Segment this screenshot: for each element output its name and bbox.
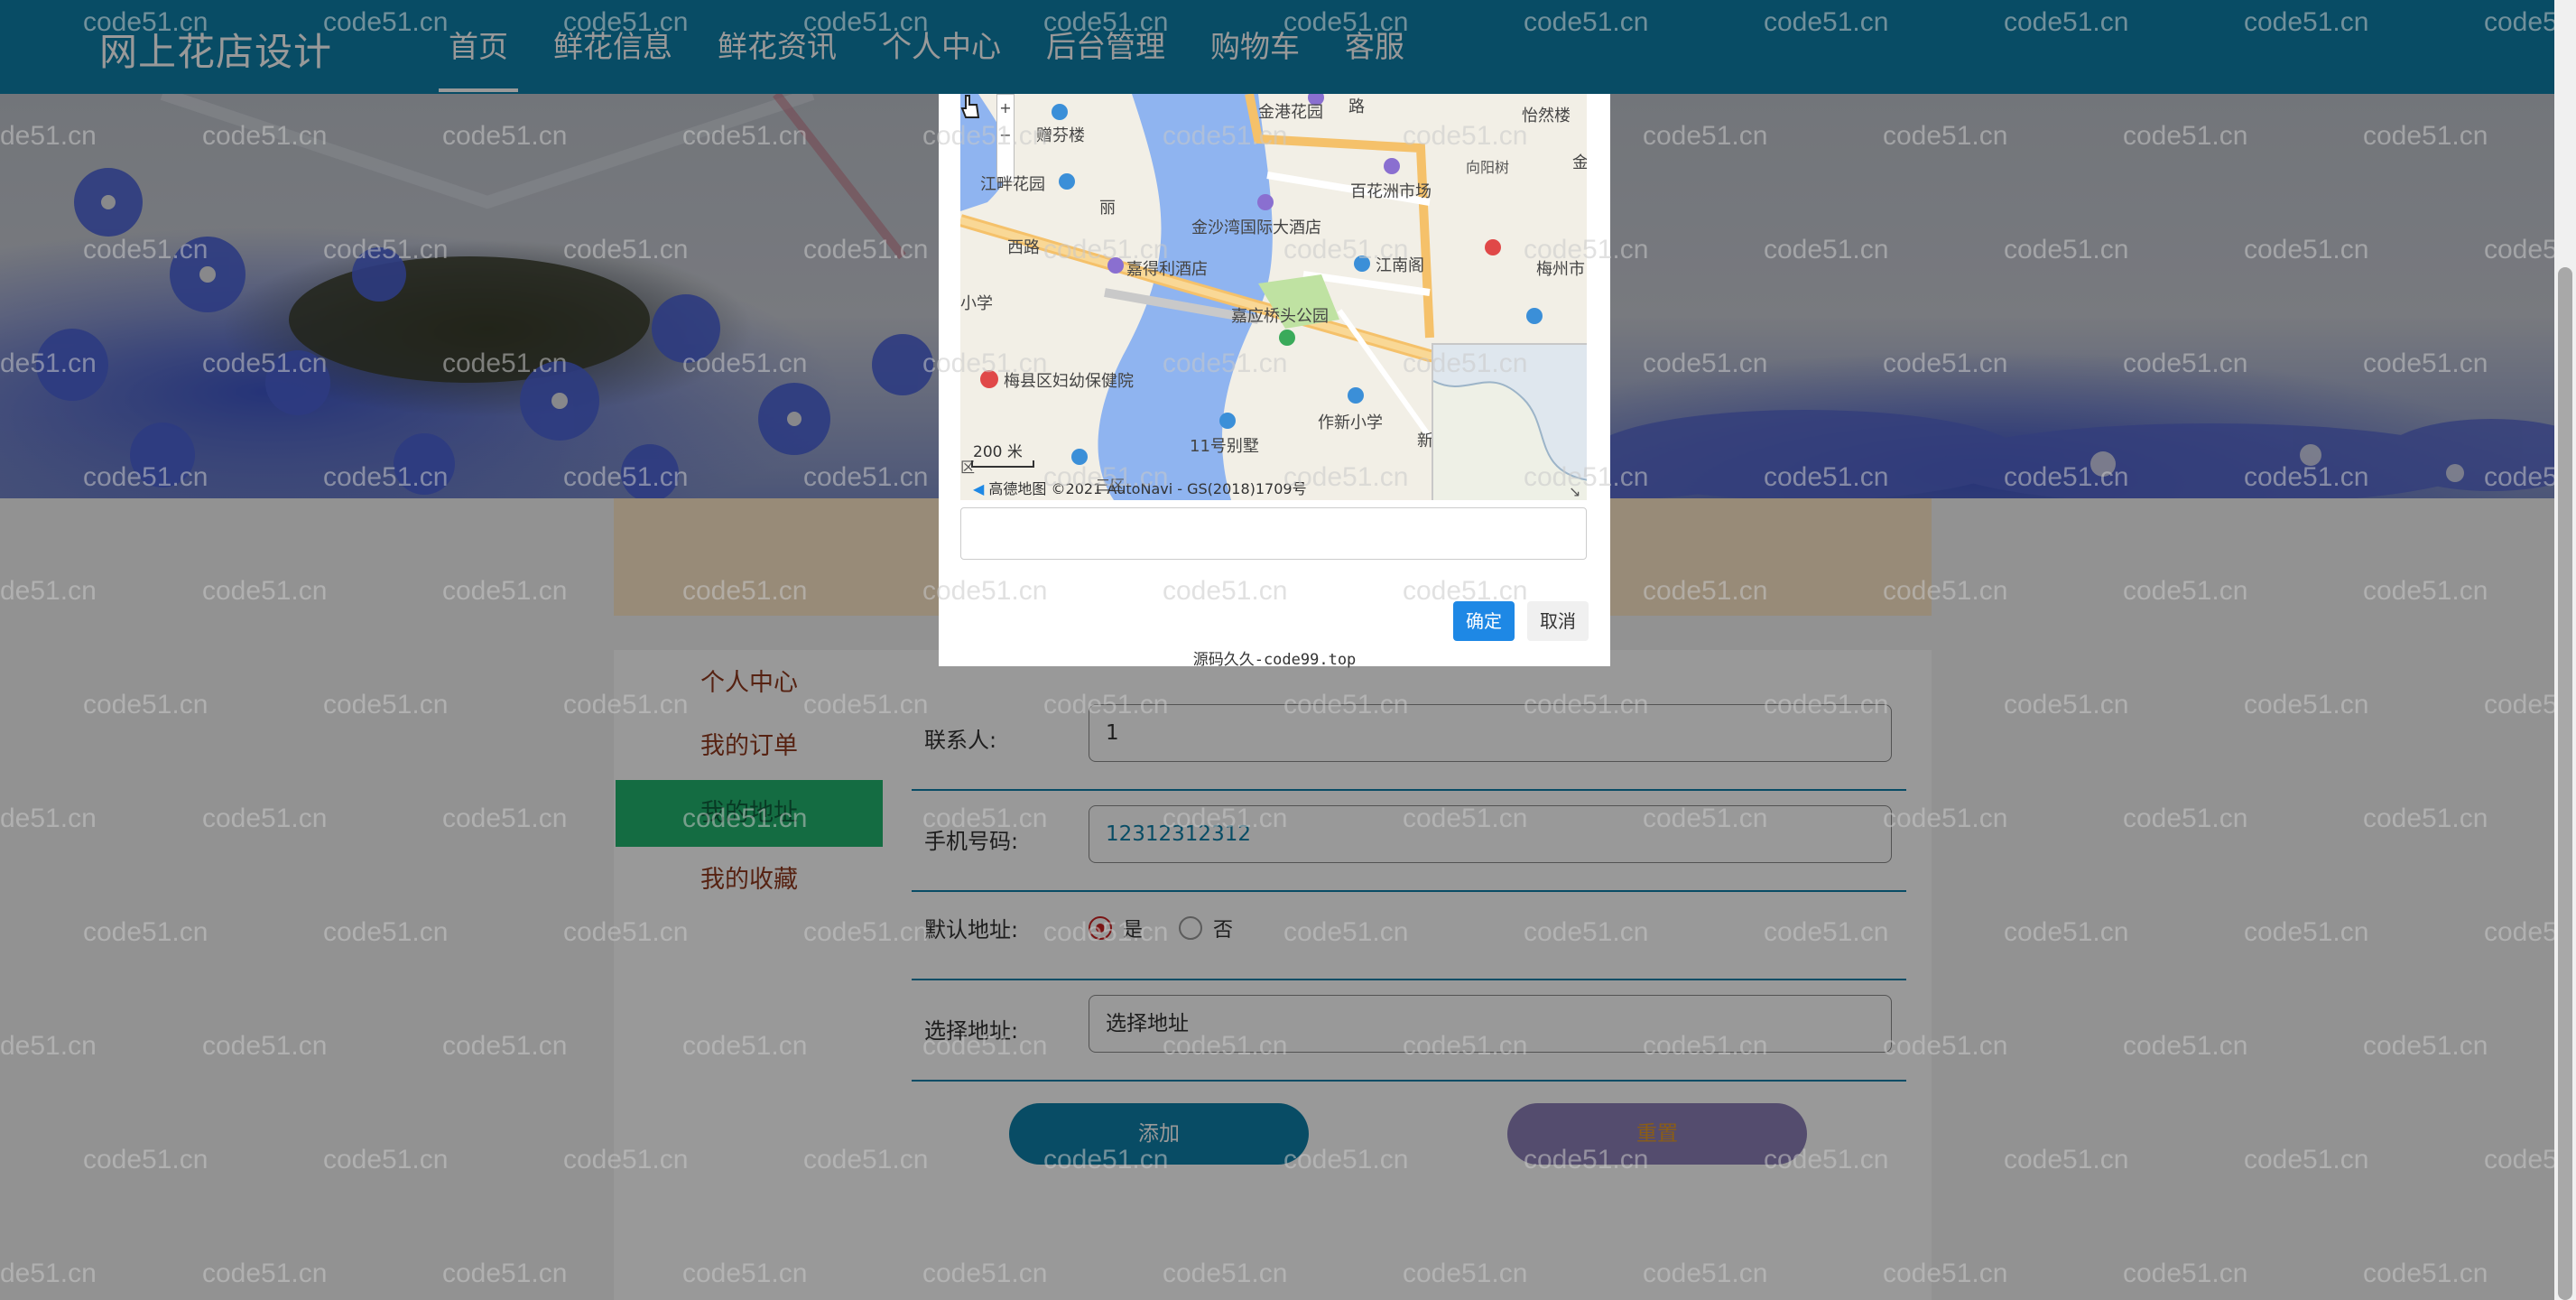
map-label: 金港花园 bbox=[1258, 103, 1323, 122]
map-view[interactable]: + − 金港花园 路 怡然楼 赠芬楼 向阳树 金 江畔花园 丽 百花洲市场 金沙… bbox=[960, 94, 1587, 500]
map-label: 梅县区妇幼保健院 bbox=[1004, 372, 1134, 391]
amap-logo-text: 高德地图 bbox=[988, 480, 1047, 497]
map-label: 向阳树 bbox=[1466, 159, 1510, 176]
map-copyright-text: ©2021 AutoNavi - GS(2018)1709号 bbox=[1051, 480, 1307, 497]
map-zoom-control[interactable]: + − bbox=[996, 94, 1015, 182]
page-scrollbar-thumb[interactable] bbox=[2558, 267, 2572, 1300]
map-zoom-out-icon[interactable]: − bbox=[997, 122, 1014, 149]
map-zoom-in-icon[interactable]: + bbox=[997, 95, 1014, 122]
map-label: 嘉得利酒店 bbox=[1126, 260, 1208, 279]
map-label: 梅州市 bbox=[1536, 260, 1585, 279]
confirm-button[interactable]: 确定 bbox=[1453, 601, 1515, 641]
map-search-input[interactable] bbox=[960, 507, 1587, 560]
map-label: 金 bbox=[1572, 153, 1587, 172]
map-label: 西路 bbox=[1007, 238, 1040, 257]
map-label: 百花洲市场 bbox=[1350, 182, 1432, 201]
amap-logo-icon: ◀ bbox=[973, 480, 985, 497]
page: 网上花店设计 首页 鲜花信息 鲜花资讯 个人中心 后台管理 购物车 客服 个人中… bbox=[0, 0, 2576, 1300]
map-label: 怡然楼 bbox=[1522, 107, 1571, 125]
map-label: 作新小学 bbox=[1318, 413, 1383, 432]
map-label: 嘉应桥头公园 bbox=[1231, 307, 1329, 326]
map-label: 金沙湾国际大酒店 bbox=[1191, 218, 1321, 237]
map-overview-minimap[interactable]: ↘ bbox=[1432, 343, 1587, 500]
map-label: 江南阁 bbox=[1376, 256, 1424, 275]
map-picker-dialog: + − 金港花园 路 怡然楼 赠芬楼 向阳树 金 江畔花园 丽 百花洲市场 金沙… bbox=[939, 94, 1610, 669]
map-label: 11号别墅 bbox=[1190, 437, 1259, 456]
source-credit: 源码久久-code99.top bbox=[1192, 651, 1357, 669]
map-scale-label: 200 米 bbox=[973, 443, 1023, 461]
map-label: 赠芬楼 bbox=[1036, 126, 1085, 145]
map-label: 丽 bbox=[1099, 199, 1116, 218]
map-label: 小学 bbox=[960, 294, 993, 313]
map-scale-bar bbox=[971, 460, 1034, 468]
map-copyright: ◀ 高德地图 ©2021 AutoNavi - GS(2018)1709号 bbox=[973, 477, 1307, 498]
cancel-button[interactable]: 取消 bbox=[1527, 601, 1589, 641]
svg-text:↘: ↘ bbox=[1569, 483, 1580, 500]
hand-cursor-icon bbox=[960, 95, 980, 118]
map-label: 路 bbox=[1348, 98, 1365, 116]
map-label: 江畔花园 bbox=[980, 175, 1045, 194]
